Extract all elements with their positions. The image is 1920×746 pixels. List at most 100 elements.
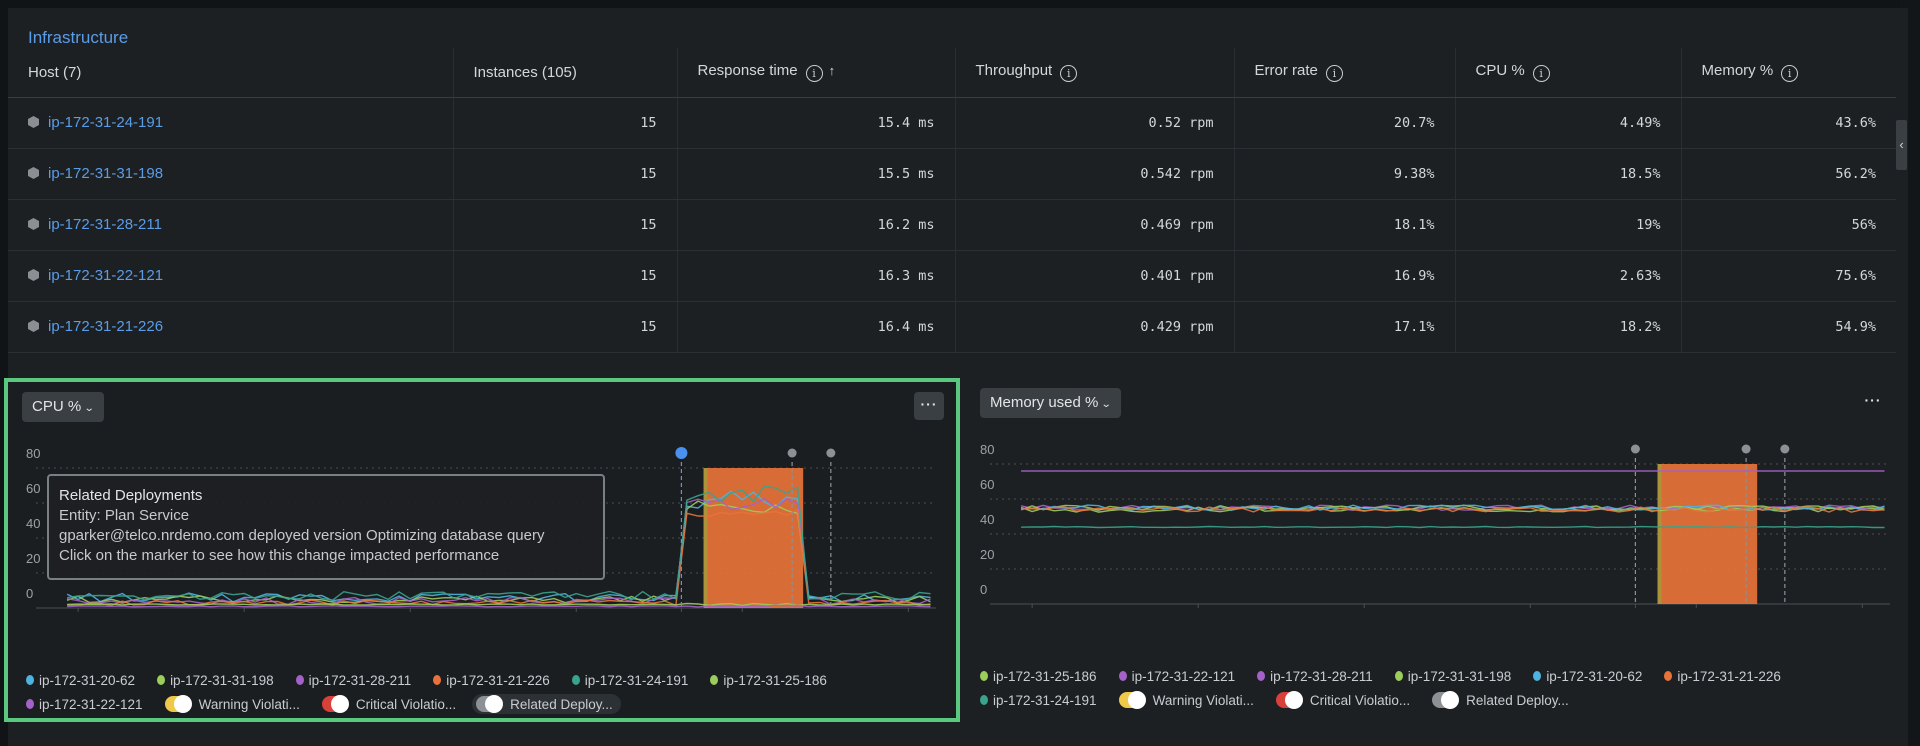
table-row[interactable]: ip-172-31-31-198 15 15.5 ms 0.542 rpm 9.38% 1… (8, 148, 1896, 200)
collapse-panel-button[interactable]: ‹ (1896, 120, 1907, 170)
y-tick-label: 0 (26, 586, 33, 601)
deploy-marker-icon[interactable] (1780, 444, 1790, 454)
host-link[interactable]: ip-172-31-24-191 (48, 114, 163, 131)
legend-label: Warning Violati... (198, 696, 300, 712)
legend-series-item[interactable]: ip-172-31-24-191 (571, 672, 689, 688)
legend-toggle-item[interactable]: Warning Violati... (164, 695, 300, 713)
sort-ascending-icon[interactable]: ↑ (829, 63, 836, 78)
toggle-switch-icon[interactable] (476, 695, 504, 713)
legend-series-item[interactable]: ip-172-31-22-121 (1118, 669, 1235, 684)
column-header-label: Host (7) (28, 63, 82, 81)
column-header-3[interactable]: Throughput i (954, 48, 1234, 98)
legend-series-item[interactable]: ip-172-31-31-198 (1394, 668, 1512, 684)
legend-toggle-item[interactable]: Critical Violatio... (1275, 691, 1410, 709)
cell-throughput: 0.469 rpm (954, 199, 1234, 251)
legend-dot-icon (1257, 671, 1266, 681)
legend-toggle-item[interactable]: Related Deploy... (1432, 691, 1569, 709)
legend-series-item[interactable]: ip-172-31-25-186 (710, 673, 827, 688)
legend-dot-icon (26, 699, 34, 709)
toggle-switch-icon[interactable] (164, 695, 192, 713)
toggle-switch-icon[interactable] (1432, 691, 1460, 709)
info-icon[interactable]: i (1325, 65, 1343, 83)
legend-dot-icon (980, 695, 988, 705)
cell-host: ip-172-31-28-211 (8, 199, 453, 251)
cell-cpu: 18.2% (1454, 301, 1681, 353)
deploy-marker-icon[interactable] (1630, 444, 1640, 454)
legend-series-item[interactable]: ip-172-31-28-211 (295, 672, 412, 688)
cell-error-rate: 17.1% (1233, 301, 1455, 353)
cell-throughput: 0.542 rpm (954, 148, 1234, 200)
cell-instances: 15 (452, 301, 677, 353)
host-link[interactable]: ip-172-31-31-198 (48, 165, 163, 182)
section-title: Infrastructure (28, 28, 129, 47)
cpu-metric-select[interactable]: CPU % ⌄ (22, 392, 104, 422)
legend-toggle-item[interactable]: Related Deploy... (472, 694, 621, 714)
legend-toggle-item[interactable]: Critical Violatio... (321, 695, 456, 713)
legend-label: ip-172-31-31-198 (170, 672, 274, 688)
tooltip-description: gparker@telco.nrdemo.com deployed versio… (59, 527, 545, 544)
cpu-more-options-button[interactable]: ··· (914, 392, 944, 420)
host-link[interactable]: ip-172-31-28-211 (48, 216, 162, 233)
legend-series-item[interactable]: ip-172-31-31-198 (157, 673, 274, 688)
table-row[interactable]: ip-172-31-28-211 15 16.2 ms 0.469 rpm 18.1% 1… (8, 199, 1896, 251)
host-link[interactable]: ip-172-31-21-226 (48, 318, 163, 335)
legend-label: ip-172-31-21-226 (1677, 668, 1781, 684)
cell-response-time: 16.3 ms (676, 250, 955, 302)
deploy-marker-icon[interactable] (675, 447, 688, 459)
memory-metric-select[interactable]: Memory used % ⌄ (980, 388, 1121, 418)
cell-response-time: 15.4 ms (676, 97, 955, 149)
column-header-label: CPU % (1475, 62, 1525, 80)
column-header-6[interactable]: Memory % i (1680, 48, 1896, 98)
related-deployments-tooltip: Related Deployments Entity: Plan Service… (47, 474, 605, 580)
deploy-marker-icon[interactable] (826, 448, 836, 458)
deploy-marker-icon[interactable] (787, 448, 797, 458)
series-line (1021, 525, 1885, 529)
cell-throughput: 0.52 rpm (954, 97, 1234, 149)
column-header-4[interactable]: Error rate i (1233, 48, 1455, 98)
hosts-table: Host (7) Instances (105) Response time i ↑ Th… (8, 48, 1896, 353)
legend-series-item[interactable]: ip-172-31-20-62 (26, 673, 135, 688)
host-link[interactable]: ip-172-31-22-121 (48, 267, 163, 284)
column-header-0[interactable]: Host (7) (8, 48, 453, 98)
host-status-icon (28, 320, 39, 332)
legend-series-item[interactable]: ip-172-31-28-211 (1257, 669, 1373, 684)
host-status-icon (28, 269, 39, 281)
host-status-icon (28, 167, 39, 179)
legend-label: ip-172-31-28-211 (308, 672, 412, 688)
toggle-switch-icon[interactable] (1118, 691, 1146, 709)
info-icon[interactable]: i (805, 65, 823, 83)
incident-band-edge (1657, 464, 1662, 604)
column-header-label: Error rate (1254, 62, 1318, 80)
legend-toggle-item[interactable]: Warning Violati... (1118, 691, 1254, 709)
y-tick-label: 20 (980, 547, 994, 562)
cell-instances: 15 (452, 148, 677, 200)
legend-series-item[interactable]: ip-172-31-24-191 (980, 693, 1097, 708)
info-icon[interactable]: i (1781, 65, 1799, 83)
legend-series-item[interactable]: ip-172-31-21-226 (433, 673, 550, 688)
table-row[interactable]: ip-172-31-24-191 15 15.4 ms 0.52 rpm 20.7% 4.… (8, 97, 1896, 149)
deploy-marker-icon[interactable] (1741, 444, 1751, 454)
y-tick-label: 60 (26, 481, 40, 496)
column-header-5[interactable]: CPU % i (1454, 48, 1681, 98)
cell-instances: 15 (452, 97, 677, 149)
legend-series-item[interactable]: ip-172-31-22-121 (26, 697, 143, 712)
cell-cpu: 2.63% (1454, 250, 1681, 302)
info-icon[interactable]: i (1532, 65, 1550, 83)
memory-line-chart[interactable]: 0204060809:30am10:00am10:30am11:00am11:1… (962, 438, 1902, 608)
memory-more-options-button[interactable]: ··· (1858, 388, 1888, 416)
legend-series-item[interactable]: ip-172-31-25-186 (980, 669, 1097, 684)
legend-series-item[interactable]: ip-172-31-20-62 (1533, 669, 1642, 684)
legend-dot-icon (26, 675, 34, 685)
legend-label: ip-172-31-28-211 (1270, 668, 1373, 684)
legend-label: ip-172-31-24-191 (584, 672, 689, 688)
table-row[interactable]: ip-172-31-21-226 15 16.4 ms 0.429 rpm 17.1% 1… (8, 301, 1896, 353)
info-icon[interactable]: i (1060, 65, 1078, 83)
column-header-2[interactable]: Response time i ↑ (676, 48, 955, 98)
legend-series-item[interactable]: ip-172-31-21-226 (1664, 669, 1781, 684)
cell-response-time: 15.5 ms (676, 148, 955, 200)
toggle-switch-icon[interactable] (1275, 691, 1303, 709)
table-row[interactable]: ip-172-31-22-121 15 16.3 ms 0.401 rpm 16.9% 2… (8, 250, 1896, 302)
column-header-1[interactable]: Instances (105) (452, 48, 677, 98)
legend-label: ip-172-31-31-198 (1407, 668, 1512, 684)
toggle-switch-icon[interactable] (321, 695, 349, 713)
